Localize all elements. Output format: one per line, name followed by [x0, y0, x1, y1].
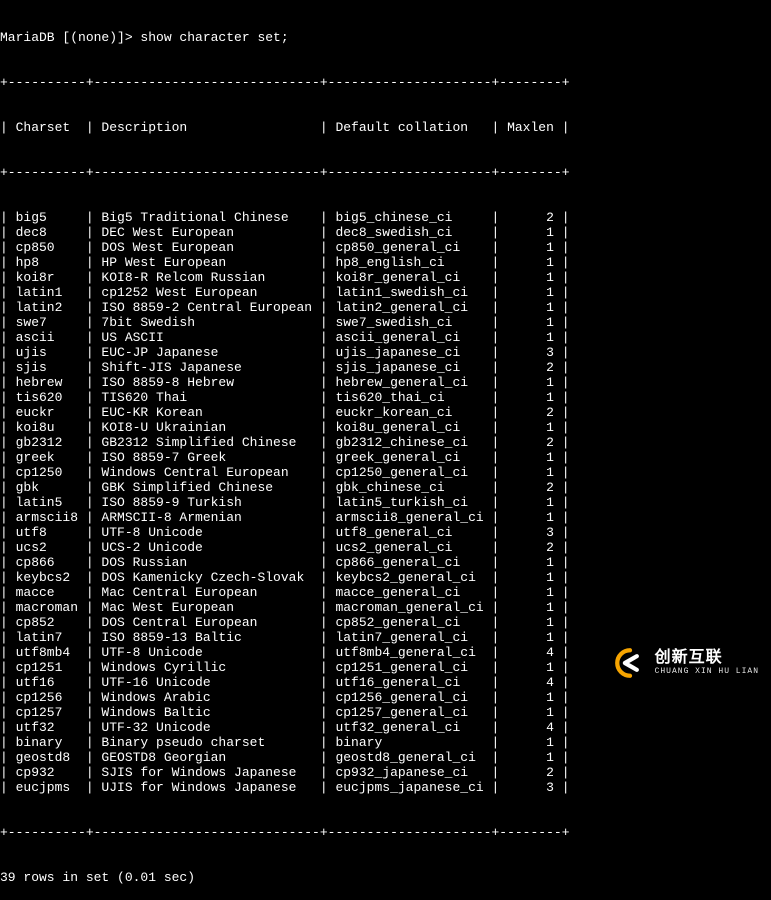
table-row: | ujis | EUC-JP Japanese | ujis_japanese… [0, 345, 771, 360]
table-row: | hebrew | ISO 8859-8 Hebrew | hebrew_ge… [0, 375, 771, 390]
watermark-text-pinyin: CHUANG XIN HU LIAN [655, 668, 759, 676]
table-row: | cp1256 | Windows Arabic | cp1256_gener… [0, 690, 771, 705]
table-row: | latin1 | cp1252 West European | latin1… [0, 285, 771, 300]
table-row: | utf8 | UTF-8 Unicode | utf8_general_ci… [0, 525, 771, 540]
table-row: | ucs2 | UCS-2 Unicode | ucs2_general_ci… [0, 540, 771, 555]
terminal-output: MariaDB [(none)]> show character set; +-… [0, 0, 771, 900]
table-row: | eucjpms | UJIS for Windows Japanese | … [0, 780, 771, 795]
table-row: | armscii8 | ARMSCII-8 Armenian | armsci… [0, 510, 771, 525]
table-row: | hp8 | HP West European | hp8_english_c… [0, 255, 771, 270]
table-row: | latin7 | ISO 8859-13 Baltic | latin7_g… [0, 630, 771, 645]
table-row: | binary | Binary pseudo charset | binar… [0, 735, 771, 750]
table-row: | swe7 | 7bit Swedish | swe7_swedish_ci … [0, 315, 771, 330]
table-row: | latin5 | ISO 8859-9 Turkish | latin5_t… [0, 495, 771, 510]
table-header: | Charset | Description | Default collat… [0, 120, 771, 135]
table-row: | latin2 | ISO 8859-2 Central European |… [0, 300, 771, 315]
table-row: | dec8 | DEC West European | dec8_swedis… [0, 225, 771, 240]
table-row: | gb2312 | GB2312 Simplified Chinese | g… [0, 435, 771, 450]
table-divider-top: +----------+----------------------------… [0, 75, 771, 90]
table-divider-mid: +----------+----------------------------… [0, 165, 771, 180]
table-row: | koi8u | KOI8-U Ukrainian | koi8u_gener… [0, 420, 771, 435]
table-row: | cp1257 | Windows Baltic | cp1257_gener… [0, 705, 771, 720]
table-row: | keybcs2 | DOS Kamenicky Czech-Slovak |… [0, 570, 771, 585]
table-row: | sjis | Shift-JIS Japanese | sjis_japan… [0, 360, 771, 375]
table-row: | cp850 | DOS West European | cp850_gene… [0, 240, 771, 255]
watermark: 创新互联 CHUANG XIN HU LIAN [613, 646, 759, 680]
table-row: | euckr | EUC-KR Korean | euckr_korean_c… [0, 405, 771, 420]
table-row: | cp1250 | Windows Central European | cp… [0, 465, 771, 480]
table-row: | cp866 | DOS Russian | cp866_general_ci… [0, 555, 771, 570]
table-row: | geostd8 | GEOSTD8 Georgian | geostd8_g… [0, 750, 771, 765]
sql-prompt[interactable]: MariaDB [(none)]> show character set; [0, 30, 771, 45]
table-row: | greek | ISO 8859-7 Greek | greek_gener… [0, 450, 771, 465]
table-row: | gbk | GBK Simplified Chinese | gbk_chi… [0, 480, 771, 495]
table-row: | utf32 | UTF-32 Unicode | utf32_general… [0, 720, 771, 735]
watermark-text-cn: 创新互联 [655, 650, 759, 666]
table-row: | big5 | Big5 Traditional Chinese | big5… [0, 210, 771, 225]
watermark-logo-icon [613, 646, 647, 680]
table-row: | koi8r | KOI8-R Relcom Russian | koi8r_… [0, 270, 771, 285]
table-row: | macroman | Mac West European | macroma… [0, 600, 771, 615]
result-summary: 39 rows in set (0.01 sec) [0, 870, 771, 885]
table-row: | cp852 | DOS Central European | cp852_g… [0, 615, 771, 630]
table-row: | cp932 | SJIS for Windows Japanese | cp… [0, 765, 771, 780]
table-body: | big5 | Big5 Traditional Chinese | big5… [0, 210, 771, 795]
table-divider-bottom: +----------+----------------------------… [0, 825, 771, 840]
table-row: | macce | Mac Central European | macce_g… [0, 585, 771, 600]
table-row: | tis620 | TIS620 Thai | tis620_thai_ci … [0, 390, 771, 405]
table-row: | ascii | US ASCII | ascii_general_ci | … [0, 330, 771, 345]
